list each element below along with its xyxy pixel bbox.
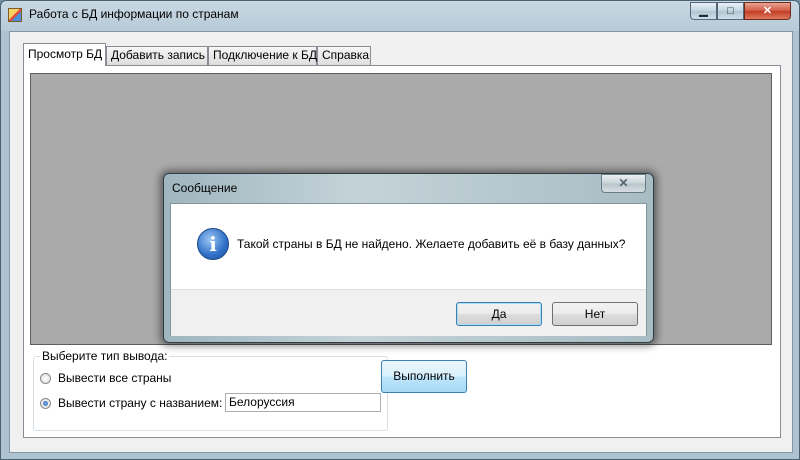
tab-add-record[interactable]: Добавить запись <box>106 46 208 65</box>
radio-name-label: Вывести страну с названием: <box>58 396 223 410</box>
country-name-input[interactable]: Белоруссия <box>225 393 381 412</box>
group-legend: Выберите тип вывода: <box>40 349 170 363</box>
information-icon: i <box>197 228 229 260</box>
yes-button[interactable]: Да <box>456 302 542 326</box>
dialog-body: i Такой страны в БД не найдено. Желаете … <box>170 203 647 336</box>
dialog-message: Такой страны в БД не найдено. Желаете до… <box>237 237 626 251</box>
radio-button-checked[interactable] <box>40 397 51 409</box>
radio-all-countries[interactable]: Вывести все страны <box>40 370 171 386</box>
radio-all-label: Вывести все страны <box>58 371 172 385</box>
dialog-close-button[interactable]: ✕ <box>601 174 646 193</box>
app-icon <box>8 8 22 22</box>
dialog-footer: Да Нет <box>171 289 646 336</box>
window-title: Работа с БД информации по странам <box>29 7 239 21</box>
tab-help[interactable]: Справка <box>317 46 371 65</box>
tab-db-connection[interactable]: Подключение к БД <box>208 46 317 65</box>
no-button[interactable]: Нет <box>552 302 638 326</box>
run-button[interactable]: Выполнить <box>381 360 467 393</box>
dialog-title: Сообщение <box>172 181 238 195</box>
title-bar[interactable]: Работа с БД информации по странам ▁ □ ✕ <box>1 1 799 31</box>
radio-country-by-name[interactable]: Вывести страну с названием: <box>40 395 222 411</box>
minimize-button[interactable]: ▁ <box>690 2 717 20</box>
output-type-group: Выберите тип вывода: Вывести все страны … <box>33 350 388 431</box>
close-button[interactable]: ✕ <box>744 2 791 20</box>
maximize-button[interactable]: □ <box>717 2 744 20</box>
tab-view-db[interactable]: Просмотр БД <box>23 43 106 66</box>
message-dialog: Сообщение ✕ i Такой страны в БД не найде… <box>163 173 654 343</box>
radio-button[interactable] <box>40 372 51 384</box>
